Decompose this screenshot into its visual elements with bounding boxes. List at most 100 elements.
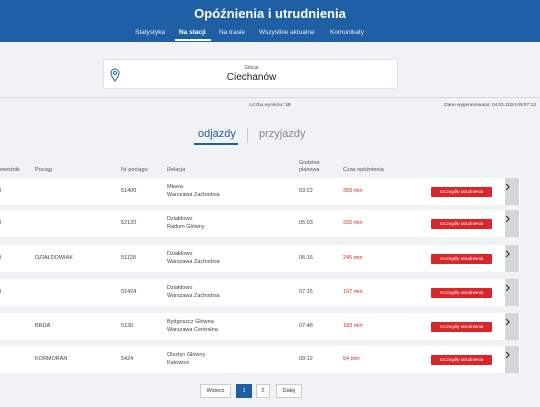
column-planned-line-1: Godzina [299,160,320,166]
main-nav: Statystyka Na stacji Na trasie Wszystkie… [0,27,540,42]
row-train-number: 51128 [121,255,136,261]
chevron-right-icon: › [505,210,511,227]
chevron-right-icon: › [505,279,511,296]
pagination-page-1[interactable]: 1 [236,384,252,398]
row-train-number: 5130 [121,323,134,329]
details-button[interactable]: szczegóły utrudnienia [431,187,492,197]
row-carrier: I [0,188,2,194]
row-expand-button[interactable]: › [505,210,519,237]
row-relation-to: Warszawa Zachodnia [167,192,220,198]
details-button[interactable]: szczegóły utrudnienia [431,288,492,298]
table-row: I 51400 Mława Warszawa Zachodnia 03:22 393 mi… [0,178,520,205]
row-relation-to: Katowice [167,360,190,366]
row-delay: 183 min [343,323,363,329]
page-header: Opóźnienia i utrudnienia Statystyka Na s… [0,0,540,42]
pagination-prev-button[interactable]: Wstecz [200,384,231,398]
row-planned-time: 09:12 [299,356,313,362]
chevron-right-icon: › [505,178,511,195]
toggle-divider [247,128,248,143]
row-train-number: 52120 [121,220,137,226]
table-row: KORMORAN 5424 Olsztyn Główny Katowice 09:12 5… [0,346,520,373]
chevron-right-icon: › [505,245,511,262]
row-relation-from: Działdowo [167,285,193,291]
row-planned-time: 07:48 [299,323,313,329]
row-relation-from: Działdowo [167,216,193,222]
row-planned-time: 07:15 [299,289,313,295]
row-relation: Działdowo Radom Główny [167,215,205,231]
row-train-name: DZIAŁDOWIAK [35,255,73,261]
column-carrier: ewoźnik [0,167,20,173]
column-planned-line-2: planowa [299,167,320,173]
divider [0,97,540,98]
row-train-number: 51424 [121,289,137,295]
pagination-page-2[interactable]: 2 [256,384,270,398]
row-train-number: 5424 [121,356,134,362]
row-delay: 54 min [343,356,360,362]
column-train-number: Nr pociągu [121,167,148,173]
column-delay: Czas opóźnienia [343,167,384,173]
row-expand-button[interactable]: › [505,313,519,340]
results-label: Liczba wyników: [249,103,284,108]
column-train: Pociąg [35,167,52,173]
nav-wszystkie-aktualne[interactable]: Wszystkie aktualne [259,29,315,36]
row-carrier: I [0,255,2,261]
table-row: BRDA 5130 Bydgoszcz Główna Warszawa Central… [0,313,520,340]
table-row: I DZIAŁDOWIAK 51128 Działdowo Warszawa Zacho… [0,245,520,272]
details-button[interactable]: szczegóły utrudnienia [431,322,492,332]
station-value: Ciechanów [226,72,277,83]
row-relation: Działdowo Warszawa Zachodnia [167,284,220,300]
row-delay: 197 min [343,289,363,295]
row-relation-from: Mława [167,184,183,190]
row-train-name: BRDA [35,323,51,329]
chevron-right-icon: › [505,313,511,330]
row-delay: 245 min [343,255,363,261]
row-relation: Bydgoszcz Główna Warszawa Centralna [167,318,218,334]
row-expand-button[interactable]: › [505,346,519,373]
chevron-right-icon: › [505,346,511,363]
row-relation-to: Radom Główny [167,224,205,230]
row-expand-button[interactable]: › [505,245,519,272]
nav-komunikaty[interactable]: Komunikaty [330,29,364,36]
pagination-next-button[interactable]: Dalej [276,384,302,398]
nav-statystyka[interactable]: Statystyka [135,29,165,36]
active-nav-indicator [175,39,211,41]
details-button[interactable]: szczegóły utrudnienia [431,254,492,264]
details-button[interactable]: szczegóły utrudnienia [431,219,492,229]
details-button[interactable]: szczegóły utrudnienia [431,355,492,365]
tab-arrivals[interactable]: przyjazdy [259,128,305,140]
page-title: Opóźnienia i utrudnienia [194,6,346,21]
row-relation: Mława Warszawa Zachodnia [167,183,220,199]
station-selector[interactable]: Stacja Ciechanów [103,59,398,89]
row-delay: 332 min [343,220,363,226]
row-relation: Olsztyn Główny Katowice [167,351,205,367]
row-train-number: 51400 [121,188,137,194]
nav-na-trasie[interactable]: Na trasie [219,29,245,36]
column-planned: Godzina planowa [299,160,320,174]
row-expand-button[interactable]: › [505,178,519,205]
results-count: Liczba wyników: 10 [200,103,340,108]
row-relation-to: Warszawa Centralna [167,327,218,333]
row-relation-to: Warszawa Zachodnia [167,259,220,265]
tab-departures[interactable]: odjazdy [198,128,236,140]
row-relation-from: Olsztyn Główny [167,352,206,358]
row-delay: 393 min [343,188,363,194]
row-expand-button[interactable]: › [505,279,519,306]
row-relation: Działdowo Warszawa Zachodnia [167,250,220,266]
row-carrier: I [0,289,2,295]
row-relation-from: Bydgoszcz Główna [167,319,214,325]
row-train-name: KORMORAN [35,356,68,362]
row-planned-time: 05:03 [299,220,313,226]
column-relation: Relacja [167,167,186,173]
row-relation-from: Działdowo [167,251,193,257]
row-relation-to: Warszawa Zachodnia [167,293,220,299]
active-tab-indicator [194,143,238,145]
row-carrier: I [0,220,2,226]
generated-timestamp: Dane wygenerowano: 04.01.2024 09:57:12 [444,103,536,108]
results-value: 10 [285,103,291,108]
station-label: Stacja [244,65,259,71]
table-row: I 51424 Działdowo Warszawa Zachodnia 07:15 19… [0,279,520,306]
row-planned-time: 03:22 [299,188,313,194]
table-row: I 52120 Działdowo Radom Główny 05:03 332 min s… [0,210,520,237]
nav-na-stacji[interactable]: Na stacji [179,29,206,36]
row-planned-time: 06:16 [299,255,313,261]
